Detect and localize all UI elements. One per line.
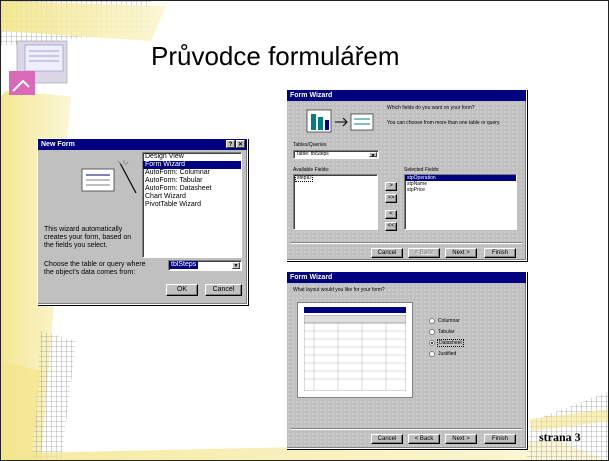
new-form-dialog: New Form ? ✕ This wizard automatically c…: [37, 138, 248, 305]
radio-button[interactable]: [429, 340, 435, 346]
list-item[interactable]: Form Wizard: [143, 161, 241, 169]
window-title: Form Wizard: [290, 274, 333, 281]
chevron-down-icon[interactable]: ▼: [369, 152, 377, 158]
finish-button[interactable]: Finish: [484, 248, 516, 258]
tables-queries-value: Table: tblSteps: [296, 151, 329, 157]
chevron-down-icon[interactable]: ▼: [232, 262, 240, 269]
form-wizard-fields-dialog: Form Wizard Which fields do you want on …: [286, 89, 527, 261]
form-wizard-illustration-icon: [81, 160, 137, 194]
radio-label: Columnar: [438, 318, 460, 324]
radio-button[interactable]: [429, 318, 435, 324]
slide: Průvodce formulářem strana 3 New Form ? …: [0, 0, 609, 461]
tables-queries-select[interactable]: Table: tblSteps ▼: [293, 150, 379, 159]
table-select-value: tblSteps: [169, 261, 199, 269]
layout-preview: [297, 302, 413, 398]
list-item[interactable]: stepID: [294, 175, 377, 182]
available-fields-list[interactable]: stepID: [293, 174, 378, 230]
fields-hint: You can choose from more than one table …: [387, 120, 501, 126]
remove-field-button[interactable]: <: [385, 210, 397, 219]
new-form-titlebar: New Form ? ✕: [38, 139, 247, 150]
list-item[interactable]: AutoForm: Tabular: [143, 177, 241, 185]
list-item[interactable]: Design View: [143, 153, 241, 161]
next-button[interactable]: Next >: [445, 434, 477, 444]
wizard-description-line-2: creates your form, based on: [44, 234, 132, 241]
radio-button[interactable]: [429, 329, 435, 335]
divider: [291, 428, 522, 430]
list-item[interactable]: stpPrice: [405, 187, 516, 193]
form-wizard-titlebar: Form Wizard: [287, 90, 526, 101]
close-button[interactable]: ✕: [236, 140, 245, 148]
add-all-fields-button[interactable]: >>: [385, 194, 397, 203]
form-type-list[interactable]: Design View Form Wizard AutoForm: Column…: [142, 152, 242, 258]
form-wizard-titlebar: Form Wizard: [287, 272, 526, 283]
layout-question: What layout would you like for your form…: [293, 287, 385, 293]
datasheet-grid-icon: [304, 315, 406, 391]
finish-button[interactable]: Finish: [484, 434, 516, 444]
page-number: strana 3: [539, 430, 581, 444]
fields-question: Which fields do you want on your form?: [387, 105, 475, 111]
layout-option-justified[interactable]: Justified: [429, 351, 456, 357]
wizard-description-line-3: the fields you select.: [44, 242, 108, 249]
form-wizard-layout-dialog: Form Wizard What layout would you like f…: [286, 271, 527, 449]
list-item[interactable]: AutoForm: Datasheet: [143, 185, 241, 193]
ok-button[interactable]: OK: [166, 284, 198, 296]
wizard-description-line-1: This wizard automatically: [44, 226, 123, 233]
window-title: Form Wizard: [290, 92, 333, 99]
layout-option-datasheet[interactable]: Datasheet: [429, 339, 464, 347]
cancel-button[interactable]: Cancel: [205, 284, 242, 296]
radio-label: Datasheet: [437, 339, 464, 347]
radio-label: Justified: [438, 351, 457, 357]
tables-queries-label: Tables/Queries: [293, 142, 327, 148]
list-item[interactable]: Chart Wizard: [143, 193, 241, 201]
selected-fields-list[interactable]: stpOperation stpName stpPrice: [404, 174, 517, 230]
next-button[interactable]: Next >: [445, 248, 477, 258]
slide-title: Průvodce formulářem: [151, 41, 400, 71]
table-select[interactable]: tblSteps ▼: [168, 260, 242, 271]
layout-option-tabular[interactable]: Tabular: [429, 329, 454, 335]
list-item[interactable]: AutoForm: Columnar: [143, 169, 241, 177]
available-fields-label: Available Fields:: [293, 167, 330, 173]
window-title: New Form: [41, 141, 75, 148]
add-field-button[interactable]: >: [385, 182, 397, 191]
access-form-icon: [9, 40, 68, 95]
divider: [291, 242, 522, 244]
cancel-button[interactable]: Cancel: [371, 434, 403, 444]
selected-fields-label: Selected Fields:: [404, 167, 440, 173]
choose-table-label-line-1: Choose the table or query where: [44, 261, 146, 268]
back-button[interactable]: < Back: [408, 248, 440, 258]
move-fields-illustration-icon: [306, 109, 374, 133]
cancel-button[interactable]: Cancel: [371, 248, 403, 258]
back-button[interactable]: < Back: [408, 434, 440, 444]
remove-all-fields-button[interactable]: <<: [385, 222, 397, 231]
radio-button[interactable]: [429, 351, 435, 357]
help-button[interactable]: ?: [226, 140, 235, 148]
list-item[interactable]: PivotTable Wizard: [143, 201, 241, 209]
radio-label: Tabular: [438, 329, 455, 335]
layout-option-columnar[interactable]: Columnar: [429, 318, 460, 324]
choose-table-label-line-2: the object's data comes from:: [44, 269, 136, 276]
